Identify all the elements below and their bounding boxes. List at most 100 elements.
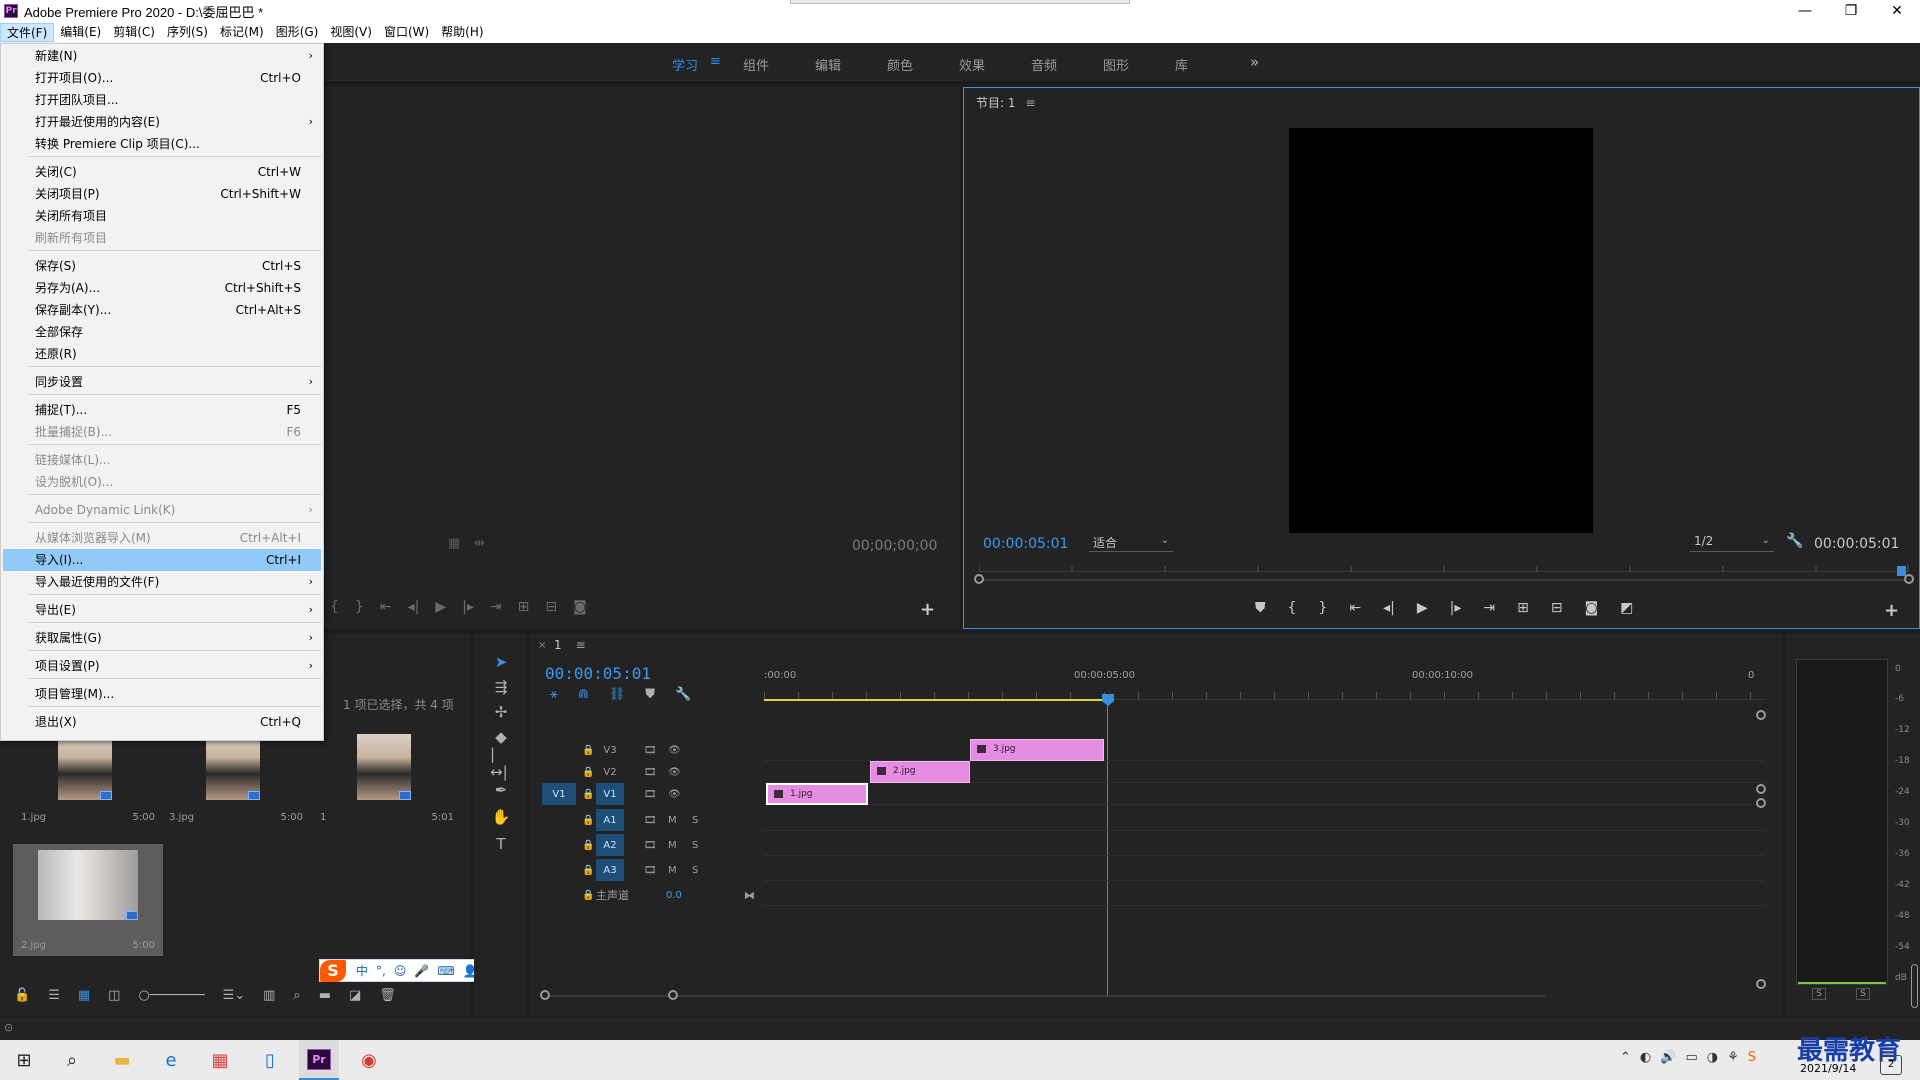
lock-icon[interactable]: 🔒 — [582, 789, 594, 800]
nest-toggle-icon[interactable]: ⚹ — [550, 687, 558, 702]
chrome-browser-icon[interactable]: ◉ — [355, 1046, 383, 1074]
file-menu-item[interactable]: 还原(R) — [3, 343, 321, 365]
mark-out-icon[interactable]: } — [355, 599, 364, 615]
step-forward-icon[interactable]: |▸ — [462, 599, 474, 615]
project-item[interactable]: 3.jpg 5:00 — [161, 730, 311, 828]
add-marker-icon[interactable]: ⛊ — [1255, 600, 1266, 616]
trash-icon[interactable]: 🗑 — [379, 988, 396, 1003]
audio-scroll-handle[interactable] — [1756, 798, 1766, 808]
close-icon[interactable]: × — [538, 640, 546, 651]
track-lane-a1[interactable] — [764, 809, 1764, 831]
film-icon[interactable]: 🎞 — [644, 865, 657, 876]
go-to-end-icon[interactable]: ⧓ — [744, 889, 755, 902]
program-current-timecode[interactable]: 00:00:05:01 — [983, 536, 1068, 552]
new-bin-icon[interactable]: ▬ — [319, 988, 331, 1003]
go-to-out-icon[interactable]: ⇥ — [490, 599, 502, 615]
list-view-icon[interactable]: ☰ — [48, 988, 60, 1003]
workspace-tab-graphics[interactable]: 图形 — [1103, 55, 1129, 74]
mute-button[interactable]: M — [668, 865, 677, 876]
video-scroll-handle[interactable] — [1756, 784, 1766, 794]
workspace-tab-learn[interactable]: 学习 — [672, 55, 698, 74]
track-select-tool-icon[interactable]: ⇶ — [490, 676, 512, 698]
video-scroll-handle[interactable] — [1756, 710, 1766, 720]
emoji-icon[interactable]: ☺ — [394, 964, 407, 978]
file-menu-item[interactable]: 新建(N) › — [3, 45, 321, 67]
track-lane-v1[interactable] — [764, 783, 1764, 805]
sogou-tray-icon[interactable]: S — [1748, 1050, 1756, 1065]
keyboard-icon[interactable]: ⌨ — [437, 964, 454, 978]
drag-audio-icon[interactable]: ⇹ — [474, 536, 485, 551]
menu-file[interactable]: 文件(F) — [0, 23, 55, 42]
scrollbar-right-handle[interactable] — [1904, 574, 1914, 584]
menu-graphics[interactable]: 图形(G) — [270, 23, 325, 42]
solo-right-button[interactable]: S — [1856, 988, 1870, 1000]
export-frame-icon[interactable]: ◙ — [573, 599, 587, 615]
microphone-icon[interactable]: 🎤 — [414, 964, 429, 978]
track-name[interactable]: V3 — [596, 739, 624, 761]
compare-view-icon[interactable]: ◩ — [1620, 600, 1633, 616]
file-explorer-icon[interactable]: ▬ — [108, 1046, 136, 1074]
linked-selection-icon[interactable]: ⛓ — [609, 687, 626, 702]
lock-icon[interactable]: 🔒 — [582, 745, 594, 756]
project-item-selected[interactable]: 2.jpg 5:00 — [13, 844, 163, 956]
zoom-fit-select[interactable]: 适合 ⌄ — [1089, 534, 1173, 552]
network-icon[interactable]: ▭ — [1685, 1050, 1697, 1065]
track-name[interactable]: A2 — [596, 834, 624, 856]
file-menu-item[interactable]: 关闭项目(P) Ctrl+Shift+W — [3, 183, 321, 205]
source-add-button-icon[interactable]: + — [920, 599, 935, 620]
selection-tool-icon[interactable]: ➤ — [490, 651, 512, 673]
audio-scroll-handle[interactable] — [1756, 979, 1766, 989]
go-to-in-icon[interactable]: ⇤ — [380, 599, 392, 615]
search-icon[interactable]: ⌕ — [58, 1046, 86, 1074]
track-name[interactable]: A1 — [596, 809, 624, 831]
eye-icon[interactable]: 👁 — [668, 789, 681, 800]
step-forward-icon[interactable]: |▸ — [1450, 600, 1462, 616]
find-icon[interactable]: ⌕ — [293, 988, 300, 1003]
mark-in-icon[interactable]: { — [330, 599, 339, 615]
mute-button[interactable]: M — [668, 815, 677, 826]
tablet-app-icon[interactable]: ▯ — [256, 1046, 284, 1074]
security-icon[interactable]: ◑ — [1707, 1050, 1718, 1065]
mark-in-icon[interactable]: { — [1288, 600, 1297, 616]
menu-help[interactable]: 帮助(H) — [435, 23, 489, 42]
lift-icon[interactable]: ⊞ — [1517, 600, 1529, 616]
menu-view[interactable]: 视图(V) — [324, 23, 378, 42]
solo-button[interactable]: S — [692, 865, 698, 876]
step-back-icon[interactable]: ◂| — [1383, 600, 1395, 616]
restore-button[interactable]: ❐ — [1828, 0, 1874, 22]
file-menu-item[interactable]: 同步设置 › — [3, 371, 321, 393]
play-icon[interactable]: ▶ — [435, 599, 446, 615]
file-menu-item[interactable]: 全部保存 — [3, 321, 321, 343]
file-menu-item[interactable]: 打开最近使用的内容(E) › — [3, 111, 321, 133]
eye-icon[interactable]: 👁 — [668, 745, 681, 756]
drag-video-icon[interactable]: ▦ — [448, 536, 460, 551]
menu-sequence[interactable]: 序列(S) — [161, 23, 214, 42]
master-volume[interactable]: 0.0 — [666, 890, 682, 901]
track-lane-master[interactable] — [764, 884, 1764, 906]
lock-icon[interactable]: 🔒 — [582, 815, 594, 826]
workspace-tab-libraries[interactable]: 库 — [1175, 55, 1188, 74]
menu-window[interactable]: 窗口(W) — [378, 23, 435, 42]
film-icon[interactable]: 🎞 — [644, 789, 657, 800]
program-add-button-icon[interactable]: + — [1884, 600, 1899, 621]
sort-icon[interactable]: ☰⌄ — [223, 988, 246, 1003]
workspace-more-icon[interactable]: » — [1250, 53, 1259, 71]
file-menu-item[interactable]: 获取属性(G) › — [3, 627, 321, 649]
file-menu-item[interactable]: 导入(I)... Ctrl+I — [3, 549, 321, 571]
new-item-icon[interactable]: ◪ — [349, 988, 361, 1003]
status-icon[interactable]: ⊙ — [4, 1021, 13, 1034]
scrollbar-left-handle[interactable] — [974, 574, 984, 584]
windows-start-icon[interactable]: ⊞ — [10, 1046, 38, 1074]
timeline-tab[interactable]: 1 ≡ — [554, 638, 586, 652]
sogou-logo-icon[interactable]: S — [320, 959, 346, 982]
camera-icon[interactable]: ◙ — [1585, 600, 1599, 616]
file-menu-item[interactable]: 从媒体浏览器导入(M) Ctrl+Alt+I — [3, 527, 321, 549]
edge-browser-icon[interactable]: e — [157, 1046, 185, 1074]
timeline-ruler[interactable]: :00:00 00:00:05:00 00:00:10:00 0 — [764, 670, 1764, 706]
notification-center-icon[interactable]: 2 — [1880, 1055, 1902, 1075]
track-name[interactable]: V1 — [596, 783, 624, 805]
lock-icon[interactable]: 🔒 — [582, 840, 594, 851]
file-menu-item[interactable]: 项目设置(P) › — [3, 655, 321, 677]
zoom-slider[interactable]: ○─────── — [138, 988, 204, 1003]
wrench-icon[interactable]: 🔧 — [675, 687, 691, 702]
